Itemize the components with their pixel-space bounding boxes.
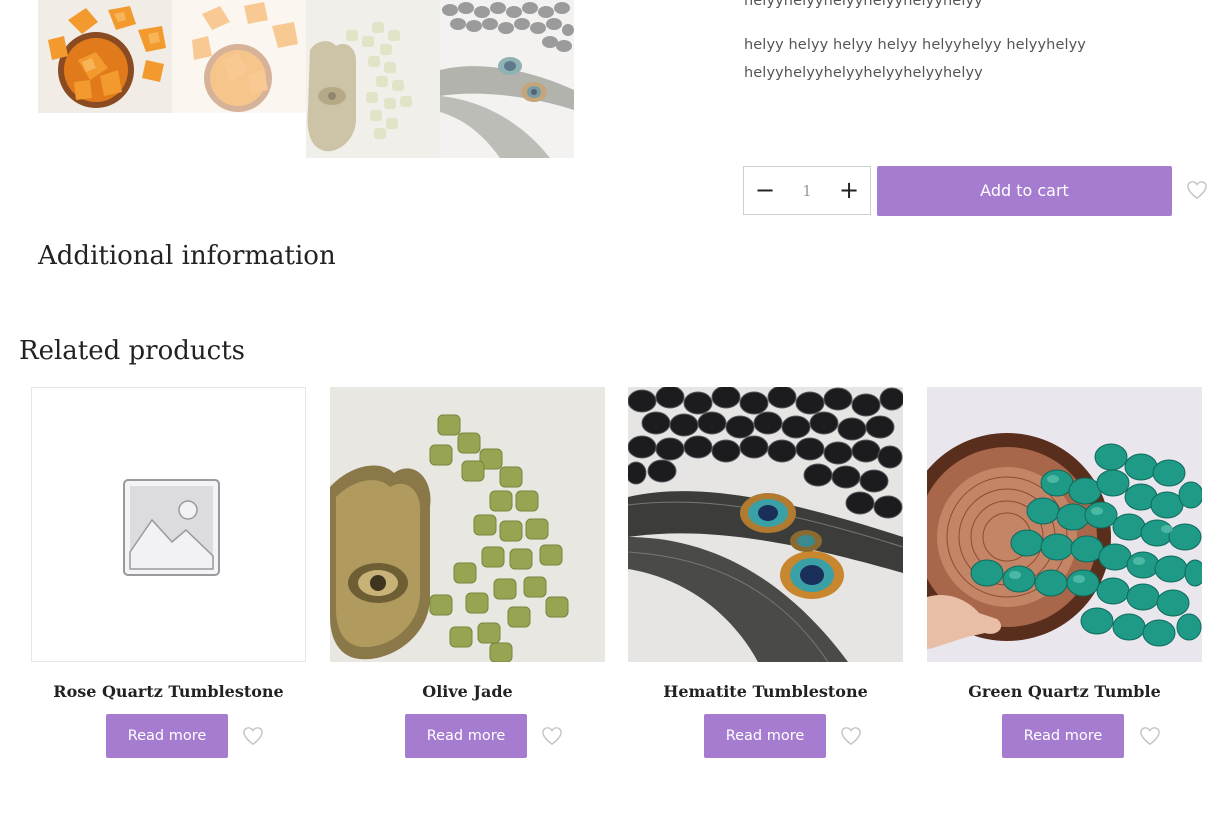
image-placeholder-icon	[123, 479, 220, 576]
wishlist-heart-icon[interactable]	[1186, 180, 1208, 204]
gallery-thumb-4[interactable]	[440, 0, 574, 158]
product-page: helyyhelyyhelyyhelyyhelyyhelyy helyy hel…	[0, 0, 1225, 816]
wishlist-heart-icon[interactable]	[541, 726, 563, 750]
add-to-cart-button[interactable]: Add to cart	[877, 166, 1172, 216]
product-image-olive-jade[interactable]	[330, 387, 605, 662]
product-image-green-quartz[interactable]	[927, 387, 1202, 662]
product-card-green-quartz: Green Quartz Tumble Read more	[927, 387, 1202, 758]
product-card-hematite: Hematite Tumblestone Read more	[628, 387, 903, 758]
product-description-line-2: helyy helyy helyy helyy helyyhelyy helyy…	[744, 37, 1086, 53]
gallery-thumb-1[interactable]	[38, 0, 172, 113]
product-description-line-1: helyyhelyyhelyyhelyyhelyyhelyy	[744, 0, 983, 9]
read-more-button[interactable]: Read more	[405, 714, 527, 758]
quantity-stepper: − +	[743, 166, 871, 215]
product-title[interactable]: Green Quartz Tumble	[907, 682, 1222, 701]
quantity-decrease-button[interactable]: −	[744, 167, 786, 214]
product-title[interactable]: Rose Quartz Tumblestone	[11, 682, 326, 701]
product-card-olive-jade: Olive Jade Read more	[330, 387, 605, 758]
quantity-increase-button[interactable]: +	[828, 167, 870, 214]
product-card-rose-quartz: Rose Quartz Tumblestone Read more	[31, 387, 306, 758]
wishlist-heart-icon[interactable]	[840, 726, 862, 750]
product-title[interactable]: Olive Jade	[310, 682, 625, 701]
wishlist-heart-icon[interactable]	[1139, 726, 1161, 750]
read-more-button[interactable]: Read more	[704, 714, 826, 758]
additional-information-heading: Additional information	[38, 241, 336, 271]
quantity-input[interactable]	[786, 167, 828, 214]
read-more-button[interactable]: Read more	[1002, 714, 1124, 758]
product-title[interactable]: Hematite Tumblestone	[608, 682, 923, 701]
product-image-placeholder[interactable]	[31, 387, 306, 662]
read-more-button[interactable]: Read more	[106, 714, 228, 758]
wishlist-heart-icon[interactable]	[242, 726, 264, 750]
product-image-hematite[interactable]	[628, 387, 903, 662]
gallery-thumb-2[interactable]	[172, 0, 306, 113]
related-products-heading: Related products	[19, 336, 245, 366]
product-description-line-3: helyyhelyyhelyyhelyyhelyyhelyy	[744, 65, 983, 81]
gallery-thumb-3[interactable]	[306, 0, 440, 158]
